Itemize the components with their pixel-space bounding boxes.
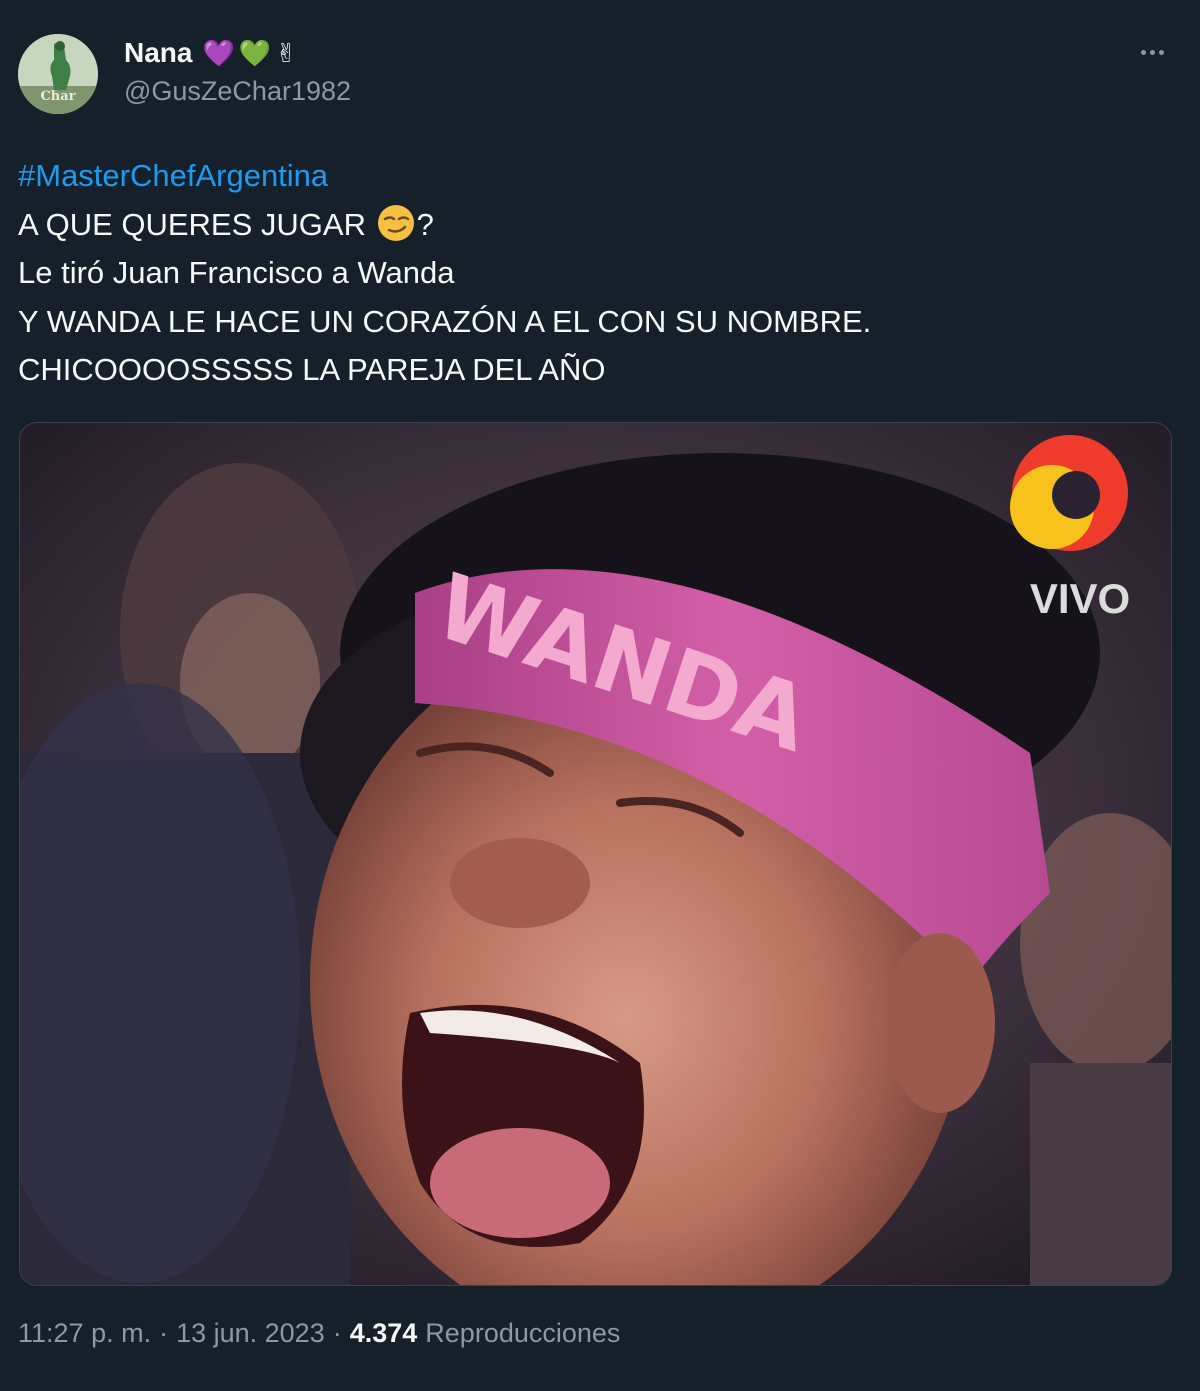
tweet-text: #MasterChefArgentina A QUE QUERES JUGAR …	[18, 152, 1178, 395]
channel-vivo-badge: VIVO	[1030, 575, 1130, 622]
green-heart-icon: 💚	[238, 38, 272, 68]
tweet-line-1-text: A QUE QUERES JUGAR	[18, 206, 375, 242]
tweet-line-1-suffix: ?	[416, 206, 434, 242]
views-label[interactable]: Reproducciones	[425, 1318, 620, 1349]
more-dot-icon	[1158, 49, 1164, 55]
separator: ·	[159, 1318, 169, 1348]
tweet-time[interactable]: 11:27 p. m.	[18, 1318, 151, 1349]
views-count[interactable]: 4.374	[350, 1318, 418, 1349]
author-handle[interactable]: @GusZeChar1982	[124, 76, 351, 107]
avatar[interactable]: Char	[18, 34, 98, 114]
tweet-line-4: CHICOOOOSSSSS LA PAREJA DEL AÑO	[18, 352, 606, 387]
tweet-line-2: Le tiró Juan Francisco a Wanda	[18, 255, 455, 290]
tweet-metadata: 11:27 p. m. · 13 jun. 2023 · 4.374 Repro…	[18, 1318, 620, 1349]
more-dot-icon	[1140, 49, 1146, 55]
tweet-article: Char Nana 💜 💚 ✌ @GusZeChar1982 #MasterCh…	[0, 0, 1200, 1391]
avatar-logo-text: Char	[40, 89, 75, 104]
media-photo: VIVO WANDA	[20, 423, 1171, 1285]
hashtag-link[interactable]: #MasterChefArgentina	[18, 152, 1178, 201]
more-options-button[interactable]	[1132, 36, 1172, 68]
author-display-name[interactable]: Nana	[124, 37, 192, 69]
more-dot-icon	[1149, 49, 1155, 55]
victory-hand-icon: ✌	[275, 38, 298, 68]
author-name-row[interactable]: Nana 💜 💚 ✌	[124, 36, 297, 70]
tweet-date[interactable]: 13 jun. 2023	[176, 1318, 325, 1349]
tweet-media-image[interactable]: VIVO WANDA	[19, 422, 1172, 1286]
tweet-line-1: A QUE QUERES JUGAR ?	[18, 201, 1178, 250]
smirking-face-icon	[377, 204, 414, 241]
separator: ·	[332, 1318, 342, 1348]
avatar-image: Char	[18, 34, 98, 114]
purple-heart-icon: 💜	[202, 38, 235, 68]
author-emoji-badges: 💜 💚 ✌	[202, 40, 297, 66]
tweet-line-3: Y WANDA LE HACE UN CORAZÓN A EL CON SU N…	[18, 303, 872, 339]
